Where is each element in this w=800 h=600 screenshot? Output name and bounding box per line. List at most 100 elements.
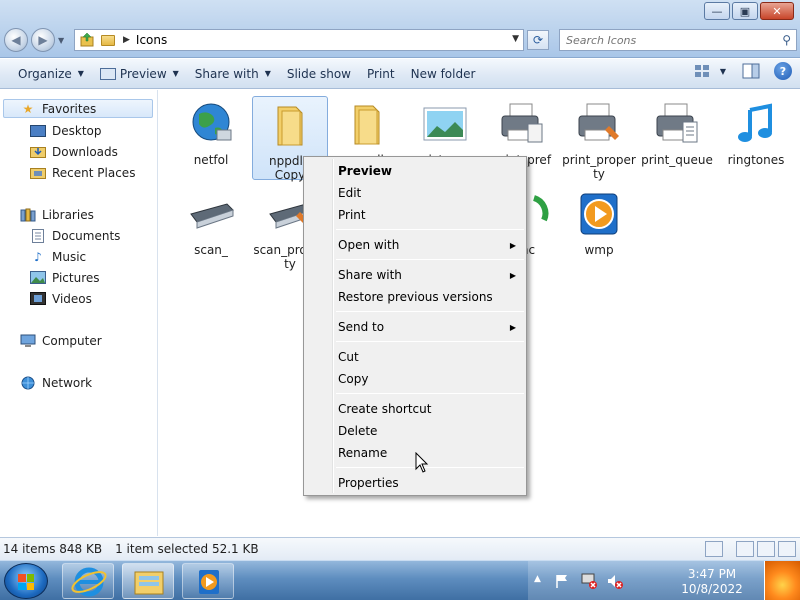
nav-music[interactable]: ♪ Music bbox=[30, 247, 86, 266]
nav-pictures[interactable]: Pictures bbox=[30, 268, 100, 287]
nav-libraries[interactable]: Libraries bbox=[20, 205, 94, 224]
organize-button[interactable]: Organize ▼ bbox=[10, 62, 92, 86]
menu-item-restore-versions[interactable]: Restore previous versions bbox=[338, 287, 524, 307]
menu-item-copy[interactable]: Copy bbox=[338, 369, 524, 389]
media-player-icon bbox=[580, 193, 618, 235]
maximize-button[interactable]: ▣ bbox=[732, 2, 758, 20]
search-box[interactable]: ⚲ bbox=[559, 29, 797, 51]
menu-item-create-shortcut[interactable]: Create shortcut bbox=[338, 399, 524, 419]
share-with-button[interactable]: Share with ▼ bbox=[187, 62, 279, 86]
menu-item-share-with[interactable]: Share with ▶ bbox=[338, 265, 524, 285]
chevron-down-icon: ▼ bbox=[264, 69, 271, 78]
file-name: ringtones bbox=[727, 153, 785, 167]
nav-videos[interactable]: Videos bbox=[30, 289, 92, 308]
back-arrow-icon: ◀ bbox=[11, 33, 21, 47]
forward-button[interactable]: ▶ bbox=[31, 28, 55, 52]
nav-network-label: Network bbox=[42, 375, 93, 390]
music-note-icon bbox=[738, 103, 772, 142]
file-item[interactable]: ringtones bbox=[718, 96, 794, 167]
forward-arrow-icon: ▶ bbox=[38, 33, 48, 47]
large-icons-view-icon[interactable] bbox=[736, 541, 754, 557]
refresh-icon: ⟳ bbox=[532, 33, 544, 47]
address-bar[interactable]: ▶ Icons ▼ bbox=[74, 29, 524, 51]
menu-item-delete[interactable]: Delete bbox=[338, 421, 524, 441]
printer-icon bbox=[501, 103, 543, 143]
refresh-button[interactable]: ⟳ bbox=[527, 30, 549, 50]
command-bar: Organize ▼ Preview ▼ Share with ▼ Slide … bbox=[0, 59, 800, 89]
menu-separator bbox=[336, 229, 524, 230]
nav-music-label: Music bbox=[52, 249, 87, 264]
menu-item-edit[interactable]: Edit bbox=[338, 183, 524, 203]
scanner-icon bbox=[190, 203, 234, 229]
view-controls: ▼ ? bbox=[694, 62, 792, 80]
breadcrumb-chevron-icon[interactable]: ▶ bbox=[123, 35, 130, 45]
show-desktop-button[interactable] bbox=[764, 561, 800, 600]
file-item[interactable]: print_property bbox=[561, 96, 637, 181]
back-button[interactable]: ◀ bbox=[4, 28, 28, 52]
taskbar-windows-explorer[interactable] bbox=[122, 563, 174, 599]
file-name: scan_ bbox=[194, 243, 228, 257]
menu-item-properties[interactable]: Properties bbox=[338, 473, 524, 493]
minimize-button[interactable]: — bbox=[704, 2, 730, 20]
close-button[interactable]: ✕ bbox=[760, 2, 794, 20]
nav-favorites-label: Favorites bbox=[42, 101, 97, 116]
details-view-icon[interactable] bbox=[705, 541, 723, 557]
preview-pane-toggle-icon[interactable] bbox=[757, 541, 775, 557]
navigation-pane: ★ Favorites Desktop Downloads Recent Pla… bbox=[0, 90, 158, 536]
menu-item-label: Send to bbox=[338, 320, 385, 334]
search-icon[interactable]: ⚲ bbox=[782, 33, 791, 47]
show-hidden-icons-icon[interactable]: ▲ bbox=[534, 574, 541, 584]
nav-recent-places-label: Recent Places bbox=[52, 165, 136, 180]
recent-places-icon bbox=[30, 166, 46, 180]
slide-show-button[interactable]: Slide show bbox=[279, 62, 359, 86]
recent-pages-dropdown[interactable]: ▼ bbox=[58, 36, 64, 45]
chevron-down-icon: ▼ bbox=[77, 69, 84, 78]
print-button[interactable]: Print bbox=[359, 62, 403, 86]
title-bar: — ▣ ✕ ◀ ▶ ▼ ▶ Icons ▼ ⟳ ⚲ bbox=[0, 0, 800, 58]
nav-computer[interactable]: Computer bbox=[20, 331, 102, 350]
view-dropdown-icon[interactable]: ▼ bbox=[720, 67, 726, 76]
menu-item-rename[interactable]: Rename bbox=[338, 443, 524, 463]
menu-item-print[interactable]: Print bbox=[338, 205, 524, 225]
preview-icon bbox=[99, 67, 116, 80]
pictures-icon bbox=[30, 271, 46, 285]
system-clock[interactable]: 3:47 PM 10/8/2022 bbox=[680, 567, 744, 597]
preview-button[interactable]: Preview ▼ bbox=[92, 62, 187, 86]
change-view-icon[interactable] bbox=[694, 64, 712, 78]
nav-downloads-label: Downloads bbox=[52, 144, 118, 159]
new-folder-button[interactable]: New folder bbox=[403, 62, 484, 86]
menu-item-send-to[interactable]: Send to ▶ bbox=[338, 317, 524, 337]
action-center-flag-icon[interactable] bbox=[554, 573, 570, 589]
taskbar-media-player[interactable] bbox=[182, 563, 234, 599]
nav-recent-places[interactable]: Recent Places bbox=[30, 163, 135, 182]
clock-date: 10/8/2022 bbox=[681, 582, 743, 596]
file-item[interactable]: wmp bbox=[561, 186, 637, 257]
nav-downloads[interactable]: Downloads bbox=[30, 142, 118, 161]
search-input[interactable] bbox=[560, 30, 760, 50]
nav-favorites[interactable]: ★ Favorites bbox=[3, 99, 153, 118]
menu-item-open-with[interactable]: Open with ▶ bbox=[338, 235, 524, 255]
file-item[interactable]: scan_ bbox=[173, 186, 249, 257]
file-item[interactable]: netfol bbox=[173, 96, 249, 167]
desktop-icon bbox=[30, 124, 46, 138]
nav-documents[interactable]: Documents bbox=[30, 226, 120, 245]
window-controls: — ▣ ✕ bbox=[702, 2, 794, 20]
nav-videos-label: Videos bbox=[52, 291, 92, 306]
menu-item-cut[interactable]: Cut bbox=[338, 347, 524, 367]
volume-muted-icon[interactable] bbox=[606, 572, 624, 590]
nav-desktop[interactable]: Desktop bbox=[30, 121, 102, 140]
details-pane-toggle-icon[interactable] bbox=[778, 541, 796, 557]
nav-network[interactable]: Network bbox=[20, 373, 92, 392]
network-status-icon[interactable] bbox=[580, 572, 598, 590]
file-item[interactable]: print_queue bbox=[639, 96, 715, 167]
taskbar-internet-explorer[interactable] bbox=[62, 563, 114, 599]
up-folder-icon bbox=[80, 32, 94, 47]
menu-separator bbox=[336, 259, 524, 260]
breadcrumb-icons[interactable]: Icons bbox=[136, 33, 167, 47]
start-button[interactable] bbox=[4, 563, 48, 599]
menu-item-preview[interactable]: Preview bbox=[338, 161, 524, 181]
menu-separator bbox=[336, 467, 524, 468]
address-dropdown-icon[interactable]: ▼ bbox=[512, 34, 519, 44]
help-button[interactable]: ? bbox=[774, 62, 792, 80]
preview-pane-icon[interactable] bbox=[742, 63, 760, 79]
